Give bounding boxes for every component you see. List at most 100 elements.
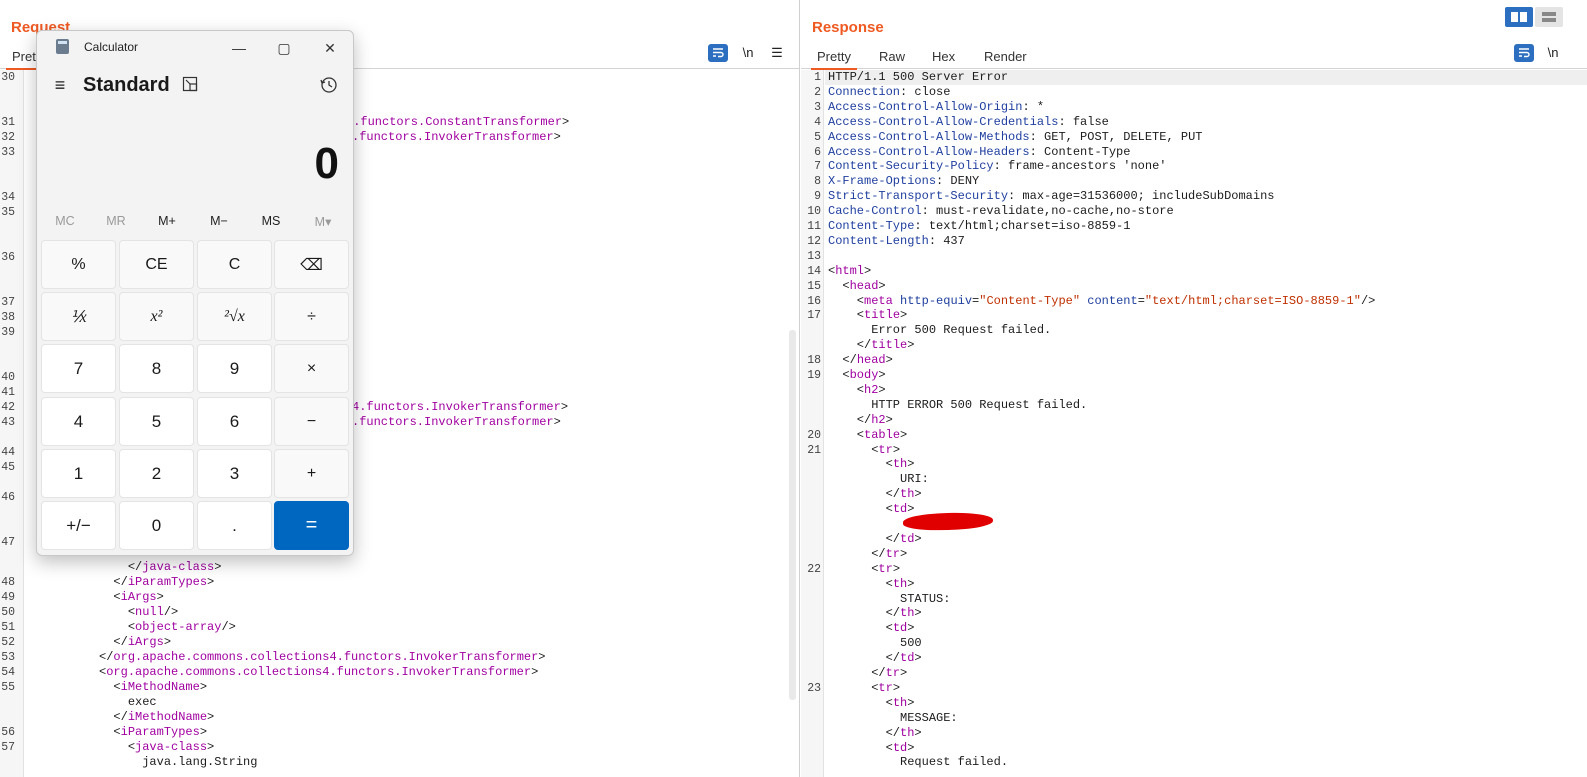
code-line: <tr> <box>828 680 901 695</box>
code-line: <td> <box>828 740 915 755</box>
code-line: STATUS: <box>828 591 951 606</box>
line-number: 54 <box>1 666 15 679</box>
percent-button[interactable]: % <box>41 240 116 289</box>
equals-button[interactable]: = <box>274 501 349 550</box>
digit-4-button[interactable]: 4 <box>41 397 116 446</box>
digit-8-button[interactable]: 8 <box>119 344 194 393</box>
code-line: <iArgs> <box>27 590 164 604</box>
layout-toggle[interactable] <box>1505 7 1563 27</box>
wrap-lines-icon[interactable] <box>708 44 728 62</box>
multiply-button[interactable]: × <box>274 344 349 393</box>
code-line: </th> <box>828 487 922 502</box>
line-number: 50 <box>1 606 15 619</box>
response-pane: Response Pretty Raw Hex Render \n 1 HTTP/… <box>801 0 1587 777</box>
maximize-icon[interactable]: ▢ <box>270 36 298 60</box>
digit-5-button[interactable]: 5 <box>119 397 194 446</box>
decimal-button[interactable]: . <box>197 501 272 550</box>
line-number: 10 <box>807 205 821 219</box>
line-number: 41 <box>1 386 15 399</box>
stacked-view-icon[interactable] <box>1535 7 1563 27</box>
line-number: 52 <box>1 636 15 649</box>
line-number: 19 <box>807 369 821 382</box>
code-line: <java-class> <box>27 740 215 754</box>
memory-clear-button[interactable]: MC <box>43 214 87 228</box>
code-line: <tr> <box>828 561 901 576</box>
divide-button[interactable]: ÷ <box>274 292 349 341</box>
header-line: Connection: close <box>828 84 951 99</box>
navigation-menu-icon[interactable]: ≡ <box>49 74 71 96</box>
history-icon[interactable] <box>319 75 339 95</box>
header-line: Content-Type: text/html;charset=iso-8859… <box>828 219 1131 233</box>
tab-raw[interactable]: Raw <box>879 49 905 64</box>
header-line: X-Frame-Options: DENY <box>828 174 980 189</box>
tab-pretty[interactable]: Pretty <box>811 49 857 70</box>
code-line: <iParamTypes> <box>27 725 208 739</box>
line-number: 35 <box>1 206 15 219</box>
code-line: 4.functors.ConstantTransformer> <box>346 115 570 129</box>
split-view-icon[interactable] <box>1505 7 1533 27</box>
close-icon[interactable]: ✕ <box>316 36 344 60</box>
digit-3-button[interactable]: 3 <box>197 449 272 498</box>
code-line: MESSAGE: <box>828 710 958 725</box>
header-line: Strict-Transport-Security: max-age=31536… <box>828 189 1275 204</box>
digit-6-button[interactable]: 6 <box>197 397 272 446</box>
subtract-button[interactable]: − <box>274 397 349 446</box>
clear-button[interactable]: C <box>197 240 272 289</box>
calculator-app-icon <box>56 39 69 54</box>
keep-on-top-icon[interactable] <box>182 76 200 94</box>
minimize-icon[interactable]: — <box>225 36 253 60</box>
line-number: 21 <box>807 443 821 457</box>
code-line: <org.apache.commons.collections4.functor… <box>27 665 539 679</box>
memory-store-button[interactable]: MS <box>249 214 293 228</box>
digit-2-button[interactable]: 2 <box>119 449 194 498</box>
response-editor[interactable]: 1 HTTP/1.1 500 Server Error 2 Connection: c… <box>801 70 1587 777</box>
newline-toggle[interactable]: \n <box>1543 44 1563 62</box>
memory-add-button[interactable]: M+ <box>145 214 189 228</box>
code-line: </td> <box>828 531 922 546</box>
wrap-lines-icon[interactable] <box>1514 44 1534 62</box>
line-number: 18 <box>807 354 821 368</box>
code-line: java.lang.String <box>27 755 258 769</box>
memory-recall-button[interactable]: MR <box>94 214 138 228</box>
backspace-icon[interactable]: ⌫ <box>274 240 349 289</box>
response-title: Response <box>812 19 884 36</box>
digit-1-button[interactable]: 1 <box>41 449 116 498</box>
code-line: <html> <box>828 263 872 278</box>
digit-9-button[interactable]: 9 <box>197 344 272 393</box>
code-line: <meta http-equiv="Content-Type" content=… <box>828 293 1376 308</box>
square-button[interactable]: x² <box>119 292 194 341</box>
calculator-titlebar[interactable]: Calculator — ▢ ✕ <box>37 31 353 63</box>
code-line: </iArgs> <box>27 635 172 649</box>
clear-entry-button[interactable]: CE <box>119 240 194 289</box>
line-number: 57 <box>1 741 15 754</box>
tab-render[interactable]: Render <box>984 49 1027 64</box>
line-number: 42 <box>1 401 15 414</box>
calculator-mode: Standard <box>83 74 170 96</box>
code-line: <null/> <box>27 605 179 619</box>
line-number: 53 <box>1 651 15 664</box>
memory-subtract-button[interactable]: M− <box>197 214 241 228</box>
line-number: 49 <box>1 591 15 604</box>
calculator-window[interactable]: Calculator — ▢ ✕ ≡ Standard 0 MC MR M+ M… <box>36 30 354 556</box>
negate-button[interactable]: +/− <box>41 501 116 550</box>
add-button[interactable]: + <box>274 449 349 498</box>
line-number: 13 <box>807 249 821 263</box>
newline-toggle[interactable]: \n <box>738 44 758 62</box>
digit-7-button[interactable]: 7 <box>41 344 116 393</box>
tab-hex[interactable]: Hex <box>932 49 955 64</box>
header-line: Access-Control-Allow-Credentials: false <box>828 114 1109 129</box>
square-root-button[interactable]: ²√x <box>197 292 272 341</box>
line-number: 32 <box>1 131 15 144</box>
line-number: 56 <box>1 726 15 739</box>
reciprocal-button[interactable]: ⅟x <box>41 292 116 341</box>
request-scrollbar[interactable] <box>789 330 796 700</box>
memory-list-button[interactable]: M▾ <box>301 214 345 229</box>
code-line: URI: <box>828 472 929 487</box>
code-line: </th> <box>828 725 922 740</box>
hamburger-menu-icon[interactable]: ☰ <box>767 44 787 62</box>
digit-0-button[interactable]: 0 <box>119 501 194 550</box>
line-number: 39 <box>1 326 15 339</box>
code-line: </td> <box>828 651 922 666</box>
line-number: 40 <box>1 371 15 384</box>
code-line: <object-array/> <box>27 620 236 634</box>
